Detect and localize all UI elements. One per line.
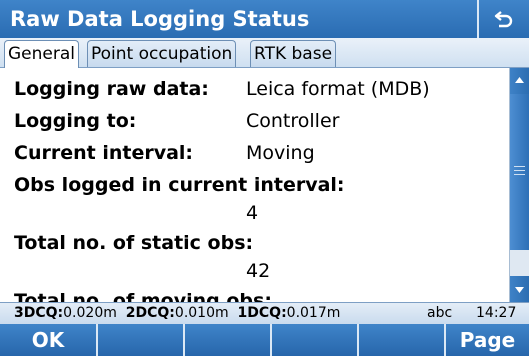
function-key-bar: OK Page [0, 324, 529, 356]
current-interval-label: Current interval: [14, 142, 194, 164]
dcq1-value: 0.017m [286, 305, 341, 321]
grip-line [514, 166, 525, 167]
dcq3-label: 3DCQ: [14, 305, 64, 321]
scroll-down-button[interactable] [510, 276, 529, 302]
triangle-up-icon [515, 77, 524, 83]
obs-logged-value: 4 [246, 202, 259, 224]
obs-logged-row: Obs logged in current interval: [14, 170, 345, 200]
logging-to-label: Logging to: [14, 110, 137, 132]
obs-logged-label: Obs logged in current interval: [14, 174, 345, 196]
general-panel: Logging raw data: Leica format (MDB) Log… [0, 68, 509, 302]
tab-bar: General Point occupation RTK base [0, 38, 529, 69]
logging-raw-data-value: Leica format (MDB) [246, 78, 430, 100]
logging-raw-data-row: Logging raw data: Leica format (MDB) [14, 74, 430, 104]
tab-general[interactable]: General [4, 40, 79, 69]
window-title: Raw Data Logging Status [10, 7, 310, 31]
logging-to-value: Controller [246, 110, 340, 132]
input-mode-indicator[interactable]: abc [427, 303, 452, 324]
current-interval-value: Moving [246, 142, 315, 164]
quality-readout: 3DCQ:0.020m 2DCQ:0.010m 1DCQ:0.017m [14, 303, 340, 324]
triangle-down-icon [515, 287, 524, 293]
total-static-row: Total no. of static obs: [14, 228, 253, 258]
current-interval-row: Current interval: Moving [14, 138, 315, 168]
return-arrow-icon [494, 11, 513, 28]
total-moving-label: Total no. of moving obs: [14, 290, 272, 302]
dcq2-label: 2DCQ: [125, 305, 175, 321]
vertical-scrollbar[interactable] [509, 68, 529, 302]
scroll-thumb[interactable] [510, 94, 529, 250]
total-static-label: Total no. of static obs: [14, 232, 254, 254]
dcq1-label: 1DCQ: [237, 305, 287, 321]
function-key-f5[interactable] [359, 324, 446, 356]
total-moving-row: Total no. of moving obs: [14, 286, 272, 302]
tab-point-occupation[interactable]: Point occupation [87, 40, 237, 67]
function-key-f3[interactable] [185, 324, 272, 356]
total-static-value: 42 [246, 260, 271, 282]
tab-rtk-base[interactable]: RTK base [250, 40, 337, 67]
grip-line [514, 170, 525, 171]
grip-line [514, 174, 525, 175]
function-key-f2[interactable] [98, 324, 185, 356]
dcq2-value: 0.010m [174, 305, 229, 321]
logging-raw-data-label: Logging raw data: [14, 78, 209, 100]
logging-to-row: Logging to: Controller [14, 106, 339, 136]
ok-button[interactable]: OK [0, 324, 98, 356]
function-key-f4[interactable] [272, 324, 359, 356]
page-button[interactable]: Page [446, 324, 529, 356]
dcq3-value: 0.020m [63, 305, 117, 321]
scroll-up-button[interactable] [510, 68, 529, 94]
title-bar: Raw Data Logging Status [0, 0, 529, 38]
clock: 14:27 [476, 305, 517, 321]
back-button[interactable] [477, 0, 529, 38]
status-bar: 3DCQ:0.020m 2DCQ:0.010m 1DCQ:0.017m abc … [0, 302, 529, 324]
